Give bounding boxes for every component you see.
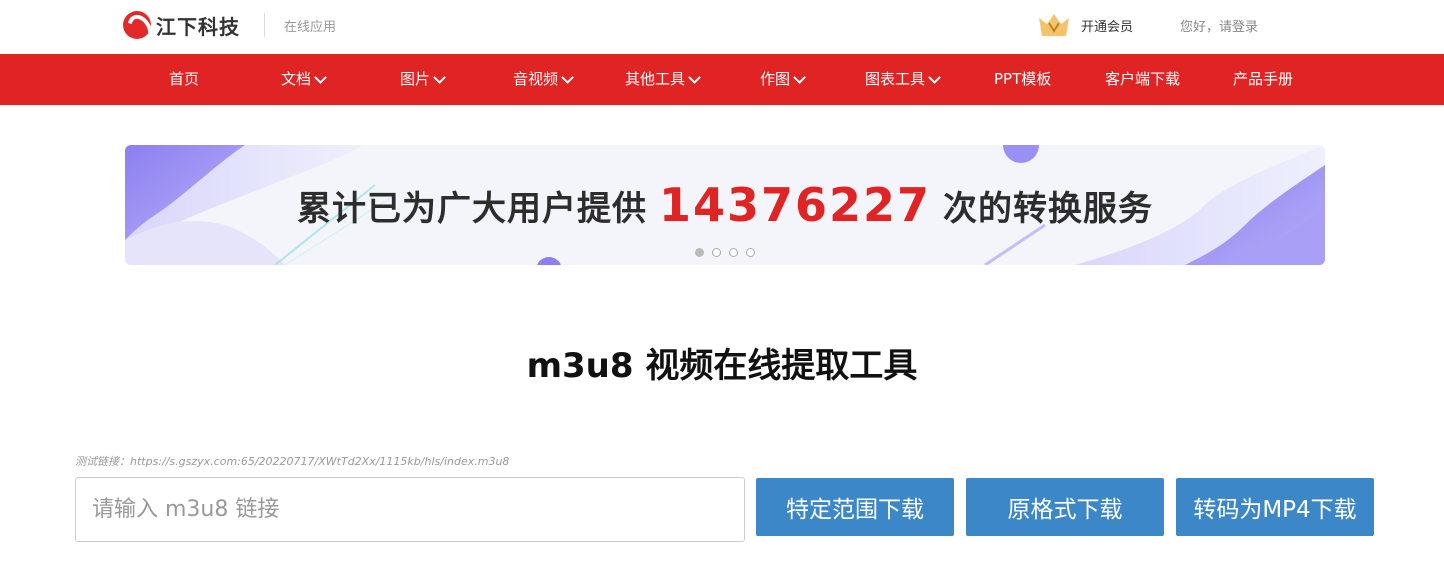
nav-item-label: 图表工具	[865, 70, 926, 88]
nav-item-label: 其他工具	[625, 70, 686, 88]
divider	[264, 13, 265, 37]
top-header: 江下科技 在线应用 开通会员 您好，请登录	[0, 0, 1444, 54]
nav-item-label: 首页	[169, 70, 200, 88]
site-subtitle: 在线应用	[284, 20, 337, 35]
range-download-button[interactable]: 特定范围下载	[756, 478, 954, 536]
chevron-down-icon	[688, 70, 701, 84]
nav-item-label: 文档	[281, 70, 312, 88]
nav-item-documents[interactable]: 文档	[281, 54, 327, 105]
crown-icon	[1039, 14, 1069, 36]
nav-item-label: 图片	[400, 70, 431, 88]
banner-text-after: 次的转换服务	[943, 188, 1154, 229]
nav-item-label: 作图	[760, 70, 791, 88]
chevron-down-icon	[561, 70, 574, 84]
chevron-down-icon	[433, 70, 446, 84]
carousel-dot[interactable]	[695, 248, 704, 257]
carousel-dot[interactable]	[746, 248, 755, 257]
nav-item-home[interactable]: 首页	[169, 54, 199, 105]
nav-item-label: 产品手册	[1233, 70, 1294, 88]
nav-item-ppt-templates[interactable]: PPT模板	[994, 54, 1051, 105]
nav-item-chart-tools[interactable]: 图表工具	[865, 54, 941, 105]
nav-item-images[interactable]: 图片	[400, 54, 446, 105]
nav-item-label: PPT模板	[994, 70, 1052, 88]
banner-pagination	[695, 248, 755, 257]
mp4-download-button[interactable]: 转码为MP4下载	[1176, 478, 1374, 536]
test-link-hint: 测试链接：https://s.gszyx.com:65/20220717/XWt…	[75, 455, 510, 468]
conversion-count: 14376227	[658, 178, 932, 232]
nav-item-label: 客户端下载	[1105, 70, 1181, 88]
nav-item-drawing[interactable]: 作图	[760, 54, 806, 105]
login-link[interactable]: 您好，请登录	[1180, 16, 1258, 35]
chevron-down-icon	[928, 70, 941, 84]
banner-text-before: 累计已为广大用户提供	[296, 188, 647, 229]
page-title: m3u8 视频在线提取工具	[526, 346, 918, 386]
nav-item-client-download[interactable]: 客户端下载	[1105, 54, 1180, 105]
banner-message: 累计已为广大用户提供 14376227 次的转换服务	[125, 145, 1325, 265]
carousel-dot[interactable]	[729, 248, 738, 257]
chevron-down-icon	[314, 70, 327, 84]
nav-item-audio-video[interactable]: 音视频	[513, 54, 574, 105]
logo-text: 江下科技	[156, 14, 240, 39]
nav-item-label: 音视频	[513, 70, 559, 88]
m3u8-url-input[interactable]	[75, 477, 745, 542]
vip-label: 开通会员	[1081, 19, 1134, 35]
vip-link[interactable]: 开通会员	[1037, 12, 1133, 38]
chevron-down-icon	[793, 70, 806, 84]
nav-item-other-tools[interactable]: 其他工具	[625, 54, 701, 105]
original-download-button[interactable]: 原格式下载	[966, 478, 1164, 536]
nav-item-product-manual[interactable]: 产品手册	[1233, 54, 1293, 105]
stats-banner[interactable]: 累计已为广大用户提供 14376227 次的转换服务	[125, 145, 1325, 265]
logo-icon	[123, 11, 151, 39]
carousel-dot[interactable]	[712, 248, 721, 257]
main-nav: 首页 文档 图片 音视频 其他工具 作图 图表工具 PPT模板 客户端下载 产品…	[0, 54, 1444, 105]
logo[interactable]: 江下科技	[123, 9, 240, 41]
